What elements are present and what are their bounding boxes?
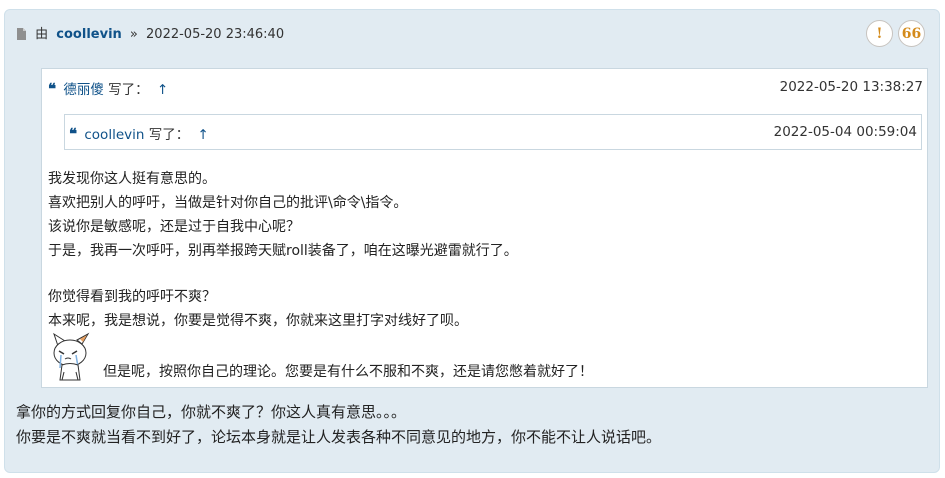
report-icon: ! xyxy=(876,25,883,42)
outer-quote-datetime: 2022-05-20 13:38:27 xyxy=(779,79,923,95)
outer-quote-jump-link[interactable]: ↑ xyxy=(157,82,168,98)
inner-quote-jump-link[interactable]: ↑ xyxy=(198,127,209,143)
quote-line: 喜欢把别人的呼吁，当做是针对你自己的批评\命令\指令。 xyxy=(48,195,408,211)
smiley-image xyxy=(53,332,90,381)
quote-line: 于是，我再一次呼吁，别再举报跨天赋roll装备了，咱在这曝光避雷就行了。 xyxy=(48,243,518,259)
quote-line: 本来呢，我是想说，你要是觉得不爽，你就来这里打字对线好了呗。 xyxy=(48,313,468,329)
post-actions: ! 66 xyxy=(866,20,925,47)
outer-quote-body: 我发现你这人挺有意思的。 喜欢把别人的呼吁，当做是针对你自己的批评\命令\指令。… xyxy=(48,167,518,333)
inner-quote-datetime: 2022-05-04 00:59:04 xyxy=(773,124,917,140)
inner-quote: ❝ coollevin 写了： ↑ 2022-05-04 00:59:04 xyxy=(64,114,922,150)
quote-line: 但是呢，按照你自己的理论。您要是有什么不服和不爽，还是请您憋着就好了！ xyxy=(103,364,593,380)
quote-line: 你觉得看到我的呼吁不爽？ xyxy=(48,289,216,305)
quote-mark-icon: ❝ xyxy=(69,125,78,143)
post-icon[interactable] xyxy=(16,28,27,44)
quote-line: 该说你是敏感呢，还是过于自我中心呢？ xyxy=(48,219,300,235)
meta-separator: » xyxy=(129,27,138,42)
quote-button[interactable]: 66 xyxy=(898,20,925,47)
post-datetime: 2022-05-20 23:46:40 xyxy=(146,27,285,42)
outer-quote-author-link[interactable]: 德丽傻 xyxy=(63,82,104,98)
outer-quote-header: ❝ 德丽傻 写了： ↑ xyxy=(48,78,168,98)
reply-body: 拿你的方式回复你自己，你就不爽了？你这人真有意思。。。 你要是不爽就当看不到好了… xyxy=(16,400,661,450)
inner-quote-wrote: 写了： xyxy=(148,127,190,143)
forum-post: 由 coollevin » 2022-05-20 23:46:40 ! 66 ❝… xyxy=(4,9,940,473)
reply-line: 你要是不爽就当看不到好了，论坛本身就是让人发表各种不同意见的地方，你不能不让人说… xyxy=(16,428,662,446)
inner-quote-header: ❝ coollevin 写了： ↑ xyxy=(69,123,209,143)
post-meta: 由 coollevin » 2022-05-20 23:46:40 xyxy=(16,23,284,44)
quote-line: 我发现你这人挺有意思的。 xyxy=(48,171,216,187)
post-author-link[interactable]: coollevin xyxy=(56,27,121,42)
quote-mark-icon: ❝ xyxy=(48,80,57,98)
by-label: 由 xyxy=(35,27,49,42)
quote-icon: 66 xyxy=(901,25,922,42)
reply-line: 拿你的方式回复你自己，你就不爽了？你这人真有意思。。。 xyxy=(16,403,407,421)
outer-quote-wrote: 写了： xyxy=(108,82,149,98)
inner-quote-author-link[interactable]: coollevin xyxy=(84,127,144,143)
outer-quote: ❝ 德丽傻 写了： ↑ 2022-05-20 13:38:27 ❝ coolle… xyxy=(41,68,928,388)
report-button[interactable]: ! xyxy=(866,20,893,47)
